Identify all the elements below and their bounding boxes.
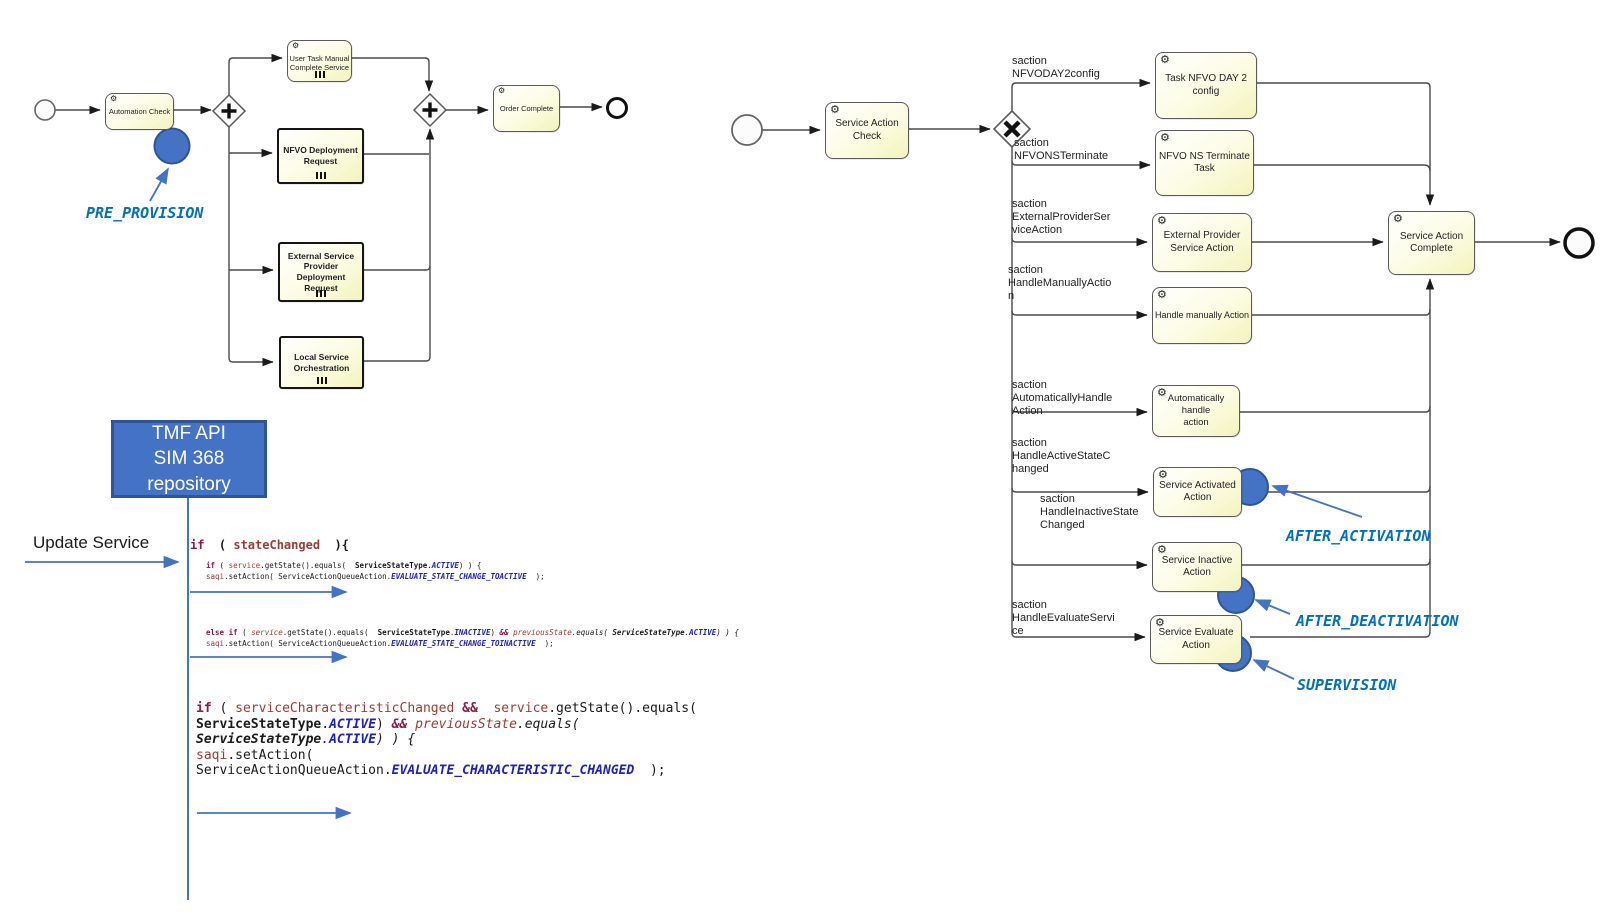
parallel-gateway-split[interactable] [213, 95, 245, 127]
start-event-right[interactable] [732, 115, 762, 145]
task-external-service-provider-deployment-request[interactable]: External Service Provider Deployment Req… [278, 242, 364, 302]
gear-icon: ⚙ [1155, 617, 1165, 628]
gear-icon: ⚙ [1160, 54, 1170, 65]
flow-label-handleevaluateservice: saction HandleEvaluateServi ce [1012, 599, 1115, 638]
task-automatically-handle-action[interactable]: ⚙ Automatically handle action [1152, 385, 1240, 437]
task-label: Service Action Check [835, 118, 898, 143]
task-service-evaluate-action[interactable]: ⚙ Service Evaluate Action [1150, 615, 1242, 664]
bpmn-canvas: ⚙ Automation Check ⚙ User Task Manual Co… [0, 0, 1609, 917]
task-label: Service Activated Action [1159, 480, 1236, 505]
tmf-api-repository-box[interactable]: TMF API SIM 368 repository [111, 420, 267, 498]
after-deactivation-arrow [1256, 600, 1290, 614]
task-label: NFVO Deployment Request [283, 145, 358, 166]
task-label: Service Evaluate Action [1158, 627, 1233, 652]
supervision-annotation: SUPERVISION [1297, 676, 1396, 694]
gear-icon: ⚙ [1157, 387, 1167, 398]
multi-instance-icon [316, 290, 326, 297]
task-service-action-check[interactable]: ⚙ Service Action Check [825, 102, 909, 159]
flow-label-externalproviderserviceaction: saction ExternalProviderSer viceAction [1012, 198, 1110, 237]
flow-label-handleactivestatechanged: saction HandleActiveStateC hanged [1012, 437, 1110, 476]
task-external-provider-service-action[interactable]: ⚙ External Provider Service Action [1152, 213, 1252, 272]
task-label: Service Action Complete [1400, 231, 1463, 256]
task-label: Order Complete [500, 104, 553, 113]
code-block-characteristic-changed: if ( serviceCharacteristicChanged && ser… [196, 701, 697, 779]
gear-icon: ⚙ [498, 87, 505, 95]
flow-label-nfvonsterminate: saction NFVONSTerminate [1014, 137, 1108, 163]
pre-provision-annotation: PRE_PROVISION [86, 204, 203, 222]
task-label: Local Service Orchestration [294, 352, 350, 373]
gear-icon: ⚙ [830, 104, 840, 115]
gear-icon: ⚙ [110, 95, 117, 103]
code-block-toinactive: else if ( service.getState().equals( Ser… [206, 628, 739, 649]
task-automation-check[interactable]: ⚙ Automation Check [105, 93, 174, 130]
task-nfvo-day2-config[interactable]: ⚙ Task NFVO DAY 2 config [1155, 52, 1257, 119]
gear-icon: ⚙ [1157, 544, 1167, 555]
gear-icon: ⚙ [1160, 132, 1170, 143]
parallel-gateway-join[interactable] [414, 94, 446, 126]
start-event-left[interactable] [35, 100, 55, 120]
end-event-left[interactable] [608, 99, 627, 118]
gear-icon: ⚙ [292, 42, 299, 50]
flow-label-handleinactivestatechanged: saction HandleInactiveState Changed [1040, 493, 1138, 532]
code-block-toactive: if ( service.getState().equals( ServiceS… [206, 561, 545, 582]
task-service-action-complete[interactable]: ⚙ Service Action Complete [1388, 211, 1475, 275]
gear-icon: ⚙ [1393, 213, 1403, 224]
task-nfvo-ns-terminate[interactable]: ⚙ NFVO NS Terminate Task [1155, 130, 1254, 196]
task-label: Handle manually Action [1155, 310, 1249, 321]
end-event-right[interactable] [1565, 229, 1593, 257]
multi-instance-icon [316, 172, 326, 179]
gear-icon: ⚙ [1158, 469, 1168, 480]
task-nfvo-deployment-request[interactable]: NFVO Deployment Request [277, 128, 364, 184]
task-service-inactive-action[interactable]: ⚙ Service Inactive Action [1152, 542, 1242, 592]
task-service-activated-action[interactable]: ⚙ Service Activated Action [1153, 467, 1242, 517]
task-label: User Task Manual Complete Service [290, 50, 350, 73]
after-activation-arrow [1273, 486, 1362, 517]
multi-instance-icon [317, 377, 327, 384]
after-activation-annotation: AFTER_ACTIVATION [1286, 527, 1431, 545]
gear-icon: ⚙ [1157, 215, 1167, 226]
task-local-service-orchestration[interactable]: Local Service Orchestration [279, 336, 364, 389]
supervision-arrow [1254, 660, 1294, 679]
task-label: NFVO NS Terminate Task [1159, 151, 1250, 176]
task-label: Automation Check [109, 107, 170, 116]
multi-instance-icon [315, 71, 325, 78]
pre-provision-marker-circle[interactable] [155, 129, 190, 164]
task-user-task-manual-complete-service[interactable]: ⚙ User Task Manual Complete Service [287, 40, 352, 82]
pre-provision-arrow [150, 169, 168, 201]
task-handle-manually-action[interactable]: ⚙ Handle manually Action [1152, 287, 1252, 344]
task-label: External Service Provider Deployment Req… [280, 251, 362, 294]
gear-icon: ⚙ [1157, 289, 1167, 300]
update-service-label: Update Service [33, 533, 149, 553]
flow-label-nfvoday2config: saction NFVODAY2config [1012, 55, 1100, 81]
code-block-if-statechanged: if ( stateChanged ){ [190, 538, 349, 552]
task-label: External Provider Service Action [1164, 230, 1241, 255]
task-order-complete[interactable]: ⚙ Order Complete [493, 85, 560, 132]
flow-label-handlemanuallyaction: saction HandleManuallyActio n [1008, 264, 1111, 303]
task-label: Service Inactive Action [1162, 555, 1233, 580]
task-label: Task NFVO DAY 2 config [1165, 73, 1247, 98]
after-deactivation-annotation: AFTER_DEACTIVATION [1296, 612, 1459, 630]
tmf-box-label: TMF API SIM 368 repository [147, 421, 230, 498]
flow-label-automaticallyhandleaction: saction AutomaticallyHandle Action [1012, 379, 1112, 418]
